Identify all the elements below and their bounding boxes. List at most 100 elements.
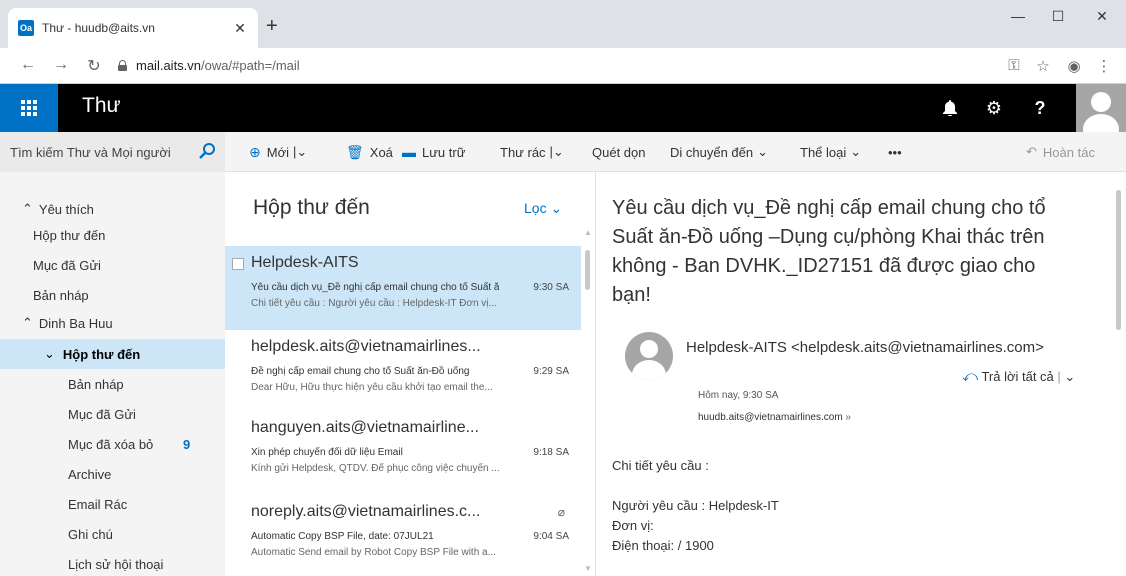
close-window-icon[interactable]: ✕	[1090, 8, 1114, 25]
email-recipient[interactable]: huudb.aits@vietnamairlines.com »	[698, 412, 851, 423]
chevron-down-icon: ⌄	[757, 144, 769, 159]
account-header[interactable]: ⌃ Dinh Ba Huu	[0, 308, 225, 338]
message-list: Hộp thư đến Lọc ⌄ Helpdesk-AITS Yêu cầu …	[225, 172, 596, 576]
message-item[interactable]: hanguyen.aits@vietnamairline... Xin phép…	[225, 411, 581, 495]
folder-junk[interactable]: Email Rác	[0, 489, 225, 519]
folder-notes[interactable]: Ghi chú	[0, 519, 225, 549]
chevron-down-icon[interactable]: ⌄	[1064, 369, 1075, 384]
message-preview: Chi tiết yêu cầu : Người yêu cầu : Helpd…	[251, 298, 497, 309]
scrollbar-thumb[interactable]	[1116, 190, 1121, 330]
tab-title: Thư - huudb@aits.vn	[42, 21, 155, 35]
message-sender: hanguyen.aits@vietnamairline...	[251, 419, 479, 436]
message-item[interactable]: Helpdesk-AITS Yêu cầu dịch vụ_Đề nghị cấ…	[225, 246, 581, 330]
body-line: Người yêu cầu : Helpdesk-IT	[612, 498, 779, 513]
message-preview: Automatic Send email by Robot Copy BSP F…	[251, 547, 496, 558]
list-title: Hộp thư đến	[253, 196, 370, 219]
reload-icon[interactable]: ↻	[84, 56, 104, 76]
email-date: Hôm nay, 9:30 SA	[698, 390, 779, 401]
folder-deleted[interactable]: Mục đã xóa bỏ 9	[0, 429, 225, 459]
chevron-up-icon: ⌃	[22, 201, 33, 216]
categories-button[interactable]: Thể loại ⌄	[800, 132, 861, 172]
move-to-button[interactable]: Di chuyển đến ⌄	[670, 132, 768, 172]
new-message-button[interactable]: ⊕ Mới |⌄	[249, 132, 307, 172]
close-tab-icon[interactable]: ✕	[232, 20, 248, 37]
message-list-scrollbar[interactable]: ▲ ▼	[582, 172, 595, 576]
scrollbar-thumb[interactable]	[585, 250, 590, 290]
message-preview: Dear Hữu, Hữu thực hiện yêu cầu khởi tạo…	[251, 382, 493, 393]
archive-button[interactable]: ▬ Lưu trữ	[402, 132, 465, 172]
search-icon[interactable]	[199, 143, 215, 159]
url-field[interactable]: mail.aits.vn/owa/#path=/mail	[136, 58, 300, 73]
sender-avatar	[625, 332, 673, 380]
star-icon[interactable]: ☆	[1033, 57, 1053, 75]
partial-preview-text	[253, 222, 553, 230]
scroll-up-icon[interactable]: ▲	[584, 228, 592, 237]
address-bar: ← → ↻ mail.aits.vn/owa/#path=/mail ⚿ ☆ ◉…	[0, 48, 1126, 84]
command-bar: Tìm kiếm Thư và Mọi người ⊕ Mới |⌄ 🗑 Xoá ▬ L…	[0, 132, 1126, 172]
sweep-button[interactable]: Quét dọn	[592, 132, 646, 172]
minimize-icon[interactable]: —	[1006, 8, 1030, 24]
maximize-icon[interactable]: ☐	[1046, 8, 1070, 25]
reading-pane: Yêu cầu dịch vụ_Đề nghị cấp email chung …	[597, 172, 1126, 576]
favorite-inbox[interactable]: Hộp thư đến	[0, 220, 225, 250]
message-time: 9:29 SA	[533, 366, 569, 377]
select-checkbox[interactable]	[232, 258, 244, 270]
undo-icon: ↶	[1026, 144, 1037, 159]
reply-all-button[interactable]: ⤺ Trả lời tất cả | ⌄	[962, 368, 1075, 385]
folder-sent[interactable]: Mục đã Gửi	[0, 399, 225, 429]
unread-count-badge: 9	[183, 436, 191, 452]
forward-icon[interactable]: →	[51, 56, 71, 74]
paperclip-icon: ⌀	[557, 505, 565, 519]
profile-icon[interactable]: ◉	[1064, 57, 1084, 75]
reading-pane-scrollbar[interactable]	[1112, 172, 1126, 576]
browser-tab[interactable]: Oa Thư - huudb@aits.vn ✕	[8, 8, 258, 48]
more-button[interactable]: •••	[888, 132, 902, 172]
email-subject: Yêu cầu dịch vụ_Đề nghị cấp email chung …	[612, 197, 1046, 306]
chevron-down-icon: ⌄	[44, 346, 55, 361]
gear-icon[interactable]: ⚙	[976, 84, 1012, 132]
chevron-down-icon[interactable]: |⌄	[550, 144, 564, 160]
user-avatar[interactable]	[1076, 84, 1126, 132]
message-time: 9:18 SA	[533, 447, 569, 458]
app-header: Thư ⚙ ?	[0, 84, 1126, 132]
app-launcher-button[interactable]	[0, 84, 58, 132]
body-heading: Chi tiết yêu cầu :	[612, 458, 709, 473]
junk-button[interactable]: Thư rác |⌄	[500, 132, 564, 172]
waffle-icon	[21, 100, 37, 116]
message-sender: Helpdesk-AITS	[251, 254, 359, 271]
back-icon[interactable]: ←	[18, 56, 38, 74]
search-box[interactable]: Tìm kiếm Thư và Mọi người	[0, 132, 225, 172]
favorite-drafts[interactable]: Bản nháp	[0, 280, 225, 310]
folder-inbox[interactable]: ⌄ Hộp thư đến	[0, 339, 225, 369]
url-path: /owa/#path=/mail	[201, 58, 300, 73]
folder-drafts[interactable]: Bản nháp	[0, 369, 225, 399]
filter-button[interactable]: Lọc ⌄	[524, 200, 562, 217]
chevron-down-icon: ⌄	[850, 144, 862, 159]
new-tab-button[interactable]: +	[266, 16, 278, 36]
expand-icon[interactable]: »	[845, 412, 851, 423]
reply-all-icon: ⤺	[962, 368, 979, 385]
menu-icon[interactable]: ⋮	[1094, 57, 1114, 75]
email-sender[interactable]: Helpdesk-AITS <helpdesk.aits@vietnamairl…	[686, 339, 1044, 356]
bell-icon[interactable]	[932, 84, 968, 132]
body-line: Điện thoại: / 1900	[612, 538, 714, 553]
message-item[interactable]: helpdesk.aits@vietnamairlines... Đề nghị…	[225, 330, 581, 414]
chevron-down-icon: ⌄	[550, 200, 563, 216]
trash-icon: 🗑	[346, 143, 364, 160]
body-line: Đơn vị:	[612, 518, 654, 533]
chevron-down-icon[interactable]: |⌄	[293, 144, 307, 160]
favorite-sent[interactable]: Mục đã Gửi	[0, 250, 225, 280]
folder-archive[interactable]: Archive	[0, 459, 225, 489]
folder-conversation-history[interactable]: Lịch sử hội thoại	[0, 549, 225, 576]
help-icon[interactable]: ?	[1022, 84, 1058, 132]
chevron-up-icon: ⌃	[22, 315, 33, 330]
message-subject: Automatic Copy BSP File, date: 07JUL21	[251, 531, 434, 542]
delete-button[interactable]: 🗑 Xoá	[346, 132, 393, 172]
message-subject: Đề nghị cấp email chung cho tổ Suất ăn-Đ…	[251, 366, 470, 377]
message-item[interactable]: noreply.aits@vietnamairlines.c... ⌀ Auto…	[225, 495, 581, 576]
key-icon[interactable]: ⚿	[1004, 57, 1024, 74]
scroll-down-icon[interactable]: ▼	[584, 564, 592, 573]
message-time: 9:04 SA	[533, 531, 569, 542]
message-time: 9:30 SA	[533, 282, 569, 293]
undo-button[interactable]: ↶ Hoàn tác	[1026, 132, 1095, 172]
